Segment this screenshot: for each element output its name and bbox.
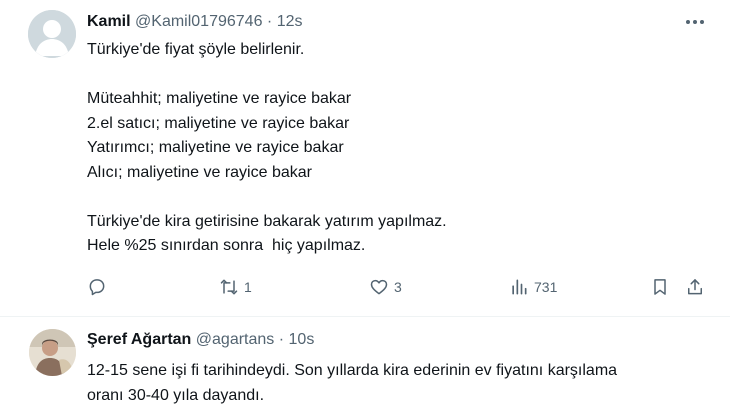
tweet-text-line: Alıcı; maliyetine ve rayice bakar (87, 163, 312, 181)
tweet-text-line (87, 63, 447, 88)
retweet-count: 1 (244, 279, 252, 295)
display-name[interactable]: Kamil (87, 13, 131, 30)
more-dots-icon (686, 20, 704, 24)
separator-dot: · (266, 13, 273, 30)
tweet-text-line: Türkiye'de kira getirisine bakarak yatır… (87, 212, 447, 230)
bookmark-icon (654, 279, 666, 295)
avatar[interactable] (28, 10, 76, 58)
share-icon (688, 279, 702, 295)
separator-dot: · (278, 331, 285, 348)
like-count: 3 (394, 279, 402, 295)
tweet-text-line: oranı 30-40 yıla dayandı. (87, 387, 265, 404)
more-options-button[interactable] (684, 14, 706, 30)
views-button[interactable]: 731 (509, 274, 557, 300)
reply-icon (89, 279, 105, 296)
avatar[interactable] (29, 329, 76, 376)
profile-photo (29, 329, 76, 376)
timestamp[interactable]: 10s (289, 331, 315, 348)
user-handle[interactable]: @agartans (196, 331, 275, 348)
tweet-header: Kamil @Kamil01796746 · 12s (87, 12, 303, 32)
tweet-text-line: Yatırımcı; maliyetine ve rayice bakar (87, 139, 344, 156)
tweet[interactable]: Kamil @Kamil01796746 · 12s Türkiye'de fi… (0, 0, 730, 317)
views-chart-icon (512, 279, 527, 295)
tweet-header: Şeref Ağartan @agartans · 10s (87, 330, 314, 350)
like-button[interactable]: 3 (369, 274, 402, 300)
tweet-text: Türkiye'de fiyat şöyle belirlenir. Mütea… (87, 38, 447, 259)
reply-button[interactable] (87, 274, 107, 300)
heart-icon (370, 279, 388, 295)
tweet-text-line: Türkiye'de fiyat şöyle belirlenir. (87, 41, 305, 58)
tweet-text-line: Hele %25 sınırdan sonra hiç yapılmaz. (87, 237, 366, 254)
timestamp[interactable]: 12s (277, 13, 303, 30)
tweet-text-line: 12-15 sene işi fi tarihindeydi. Son yıll… (87, 362, 618, 379)
tweet-text: 12-15 sene işi fi tarihindeydi. Son yıll… (87, 358, 617, 408)
tweet-text-line: Müteahhit; maliyetine ve rayice bakar (87, 90, 352, 107)
retweet-button[interactable]: 1 (219, 274, 252, 300)
default-avatar-icon (28, 10, 76, 58)
user-handle[interactable]: @Kamil01796746 (135, 13, 262, 30)
tweet[interactable]: Şeref Ağartan @agartans · 10s 12-15 sene… (0, 318, 730, 420)
views-count: 731 (534, 279, 558, 295)
retweet-icon (220, 279, 238, 295)
tweet-text-line (87, 185, 447, 210)
display-name[interactable]: Şeref Ağartan (87, 331, 191, 348)
tweet-actions: 1 3 731 (0, 274, 730, 300)
tweet-text-line: 2.el satıcı; maliyetine ve rayice bakar (87, 114, 350, 132)
share-button[interactable] (685, 274, 705, 300)
bookmark-button[interactable] (650, 274, 670, 300)
